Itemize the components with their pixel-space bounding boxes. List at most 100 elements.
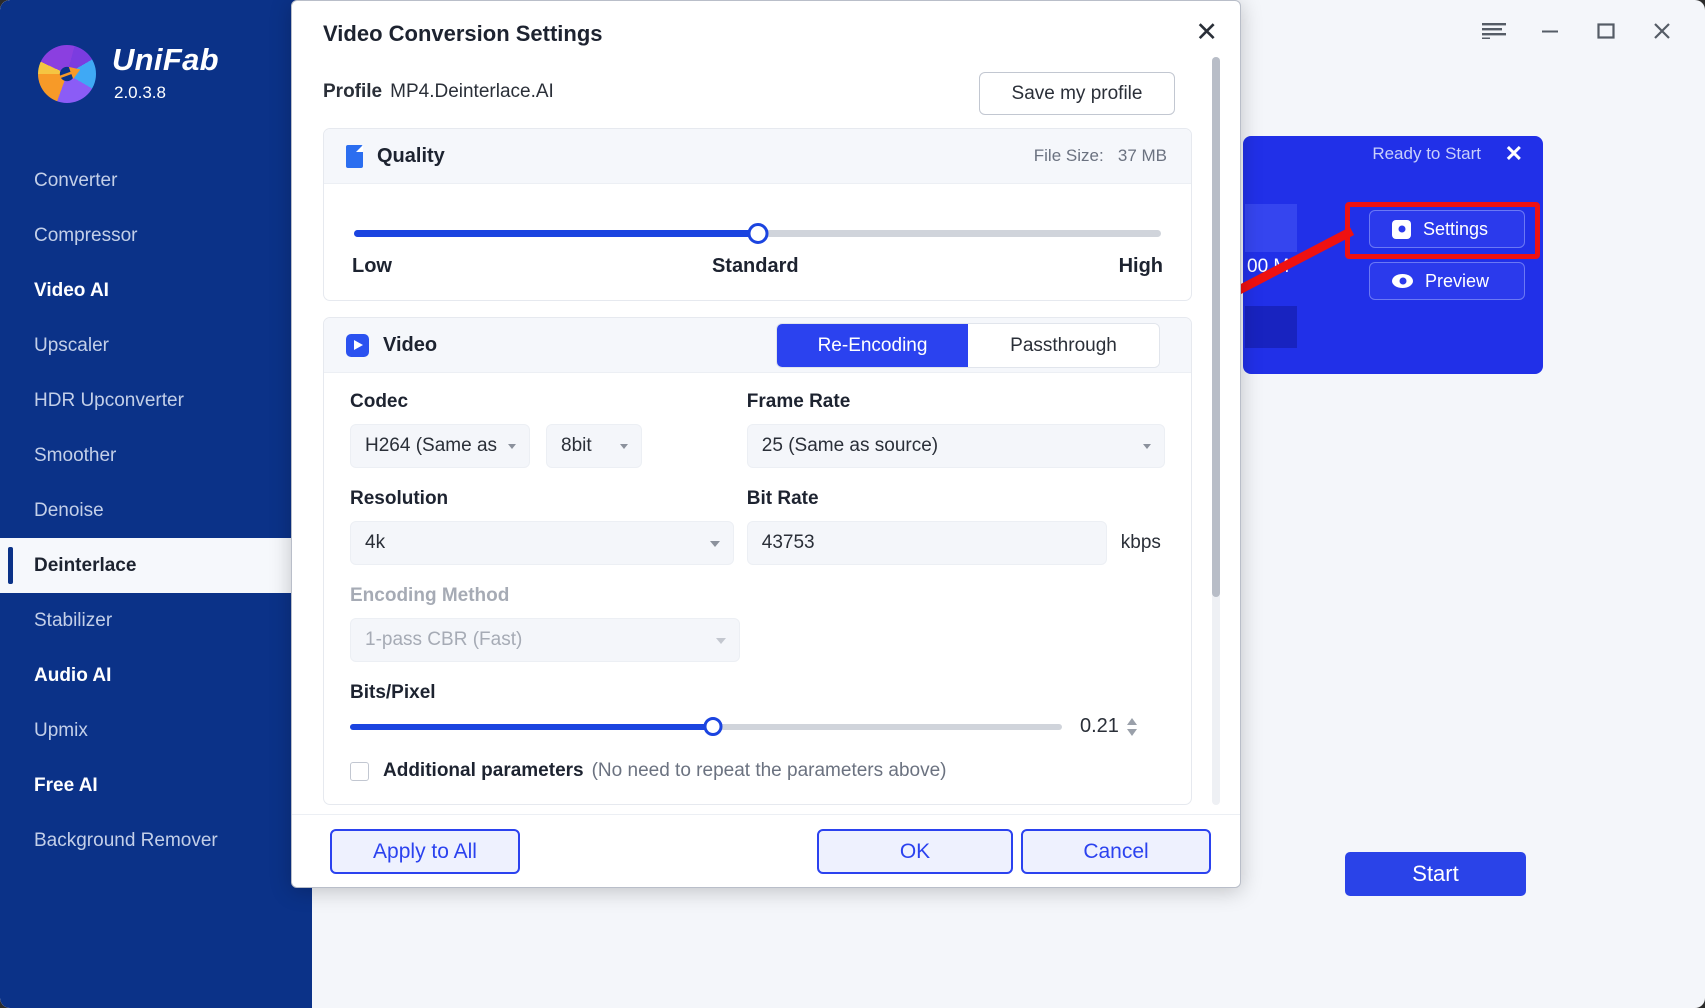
video-row-2: Resolution 4k Bit Rate 43753 kbps — [350, 488, 1165, 565]
window-controls — [1365, 0, 1705, 62]
preview-button[interactable]: Preview — [1369, 262, 1525, 300]
sidebar-item-label: Video AI — [34, 279, 109, 301]
resolution-value: 4k — [365, 532, 386, 553]
bitdepth-value: 8bit — [561, 435, 592, 456]
video-mode-toggle: Re-Encoding Passthrough — [776, 323, 1160, 368]
sidebar-item-label: Smoother — [34, 444, 117, 466]
dialog-scroll-area: Quality File Size: 37 MB Low Standard Hi… — [323, 128, 1192, 818]
bitdepth-select[interactable]: 8bit — [546, 424, 642, 468]
job-status: Ready to Start — [1372, 144, 1481, 163]
quality-slider-knob[interactable] — [747, 223, 768, 244]
chevron-down-icon — [508, 444, 516, 449]
encoding-method-select: 1-pass CBR (Fast) — [350, 618, 740, 662]
resolution-label: Resolution — [350, 488, 449, 509]
quality-slider[interactable] — [354, 223, 1161, 244]
framerate-select[interactable]: 25 (Same as source) — [746, 424, 1165, 468]
dialog-scrollbar-thumb[interactable] — [1212, 57, 1220, 597]
sidebar-item-label: Stabilizer — [34, 609, 113, 631]
sidebar-item-upscaler[interactable]: Upscaler — [0, 318, 312, 373]
video-mode-passthrough[interactable]: Passthrough — [968, 324, 1159, 367]
resolution-select[interactable]: 4k — [350, 521, 734, 565]
bitrate-input[interactable]: 43753 — [746, 521, 1107, 565]
bits-per-pixel-slider-fill — [350, 723, 714, 730]
codec-select[interactable]: H264 (Same as — [350, 424, 530, 468]
sidebar-item-label: Free AI — [34, 774, 98, 796]
unifab-logo-icon — [38, 44, 96, 103]
chevron-up-icon[interactable] — [1126, 717, 1137, 725]
video-mode-reencoding[interactable]: Re-Encoding — [777, 324, 968, 367]
save-my-profile-button[interactable]: Save my profile — [979, 72, 1175, 115]
video-row-4: Bits/Pixel 0.21 — [350, 682, 1165, 738]
sidebar-item-hdr-upconverter[interactable]: HDR Upconverter — [0, 373, 312, 428]
start-button[interactable]: Start — [1345, 852, 1526, 896]
quality-title: Quality — [377, 144, 445, 167]
eye-icon — [1392, 274, 1413, 288]
sidebar-item-label: HDR Upconverter — [34, 389, 184, 411]
sidebar-group-video-ai[interactable]: Video AI — [0, 263, 312, 318]
cancel-label: Cancel — [1083, 839, 1149, 863]
video-card-body: Codec H264 (Same as 8bit Frame Rate 25 (… — [324, 373, 1191, 804]
sidebar-item-stabilizer[interactable]: Stabilizer — [0, 593, 312, 648]
sidebar-group-audio-ai[interactable]: Audio AI — [0, 648, 312, 703]
quality-slider-fill — [354, 230, 758, 237]
quality-scale-labels: Low Standard High — [350, 255, 1165, 278]
sidebar-item-label: Audio AI — [34, 664, 112, 686]
quality-card-body: Low Standard High — [324, 184, 1191, 300]
bits-per-pixel-value: 0.21 — [1080, 715, 1119, 737]
close-icon[interactable] — [1649, 18, 1675, 44]
apply-to-all-button[interactable]: Apply to All — [330, 829, 520, 874]
profile-row: Profile MP4.Deinterlace.AI — [323, 81, 554, 103]
chevron-down-icon — [1143, 444, 1151, 449]
sidebar-item-denoise[interactable]: Denoise — [0, 483, 312, 538]
sidebar-item-background-remover[interactable]: Background Remover — [0, 813, 312, 868]
additional-parameters-checkbox[interactable] — [350, 761, 369, 781]
ok-label: OK — [899, 839, 931, 863]
framerate-value: 25 (Same as source) — [761, 435, 939, 456]
minimize-icon[interactable] — [1537, 18, 1563, 44]
additional-parameters-label: Additional parameters — [383, 760, 584, 781]
sidebar-item-label: Background Remover — [34, 829, 218, 851]
save-my-profile-label: Save my profile — [1011, 82, 1143, 104]
sidebar-item-upmix[interactable]: Upmix — [0, 703, 312, 758]
bitrate-label: Bit Rate — [746, 488, 819, 509]
sidebar-item-label: Upmix — [34, 719, 88, 741]
dialog-title: Video Conversion Settings — [323, 21, 603, 46]
sidebar-item-converter[interactable]: Converter — [0, 153, 312, 208]
additional-parameters-note: (No need to repeat the parameters above) — [591, 760, 947, 781]
job-size-text: 00 M — [1247, 256, 1290, 277]
bitrate-unit: kbps — [1120, 532, 1161, 553]
cancel-button[interactable]: Cancel — [1021, 829, 1211, 874]
chevron-down-icon[interactable] — [1126, 728, 1137, 736]
preview-button-label: Preview — [1425, 270, 1490, 291]
maximize-icon[interactable] — [1593, 18, 1619, 44]
sidebar-item-label: Upscaler — [34, 334, 109, 356]
job-close-icon[interactable]: ✕ — [1505, 141, 1523, 167]
codec-label: Codec — [350, 391, 409, 412]
app-logo: UniFab 2.0.3.8 — [0, 6, 312, 113]
sidebar-item-compressor[interactable]: Compressor — [0, 208, 312, 263]
encoding-method-label: Encoding Method — [350, 585, 510, 606]
video-card-header: Video Re-Encoding Passthrough — [324, 318, 1191, 373]
dialog-scrollbar[interactable] — [1212, 57, 1220, 805]
bits-per-pixel-stepper[interactable]: 0.21 — [1080, 715, 1137, 738]
menu-icon[interactable] — [1481, 18, 1507, 44]
sidebar: UniFab 2.0.3.8 Converter Compressor Vide… — [0, 0, 312, 1008]
sidebar-group-free-ai[interactable]: Free AI — [0, 758, 312, 813]
sidebar-item-label: Compressor — [34, 224, 138, 246]
ok-button[interactable]: OK — [817, 829, 1013, 874]
dialog-close-icon[interactable]: ✕ — [1195, 19, 1218, 46]
document-icon — [346, 144, 363, 168]
file-size-value: 37 MB — [1117, 146, 1167, 165]
additional-parameters-row[interactable]: Additional parameters (No need to repeat… — [350, 760, 1165, 782]
chevron-down-icon — [620, 444, 628, 449]
quality-card: Quality File Size: 37 MB Low Standard Hi… — [323, 128, 1192, 301]
sidebar-item-smoother[interactable]: Smoother — [0, 428, 312, 483]
profile-label: Profile — [323, 81, 383, 102]
start-button-label: Start — [1412, 861, 1459, 886]
sidebar-item-deinterlace[interactable]: Deinterlace — [0, 538, 312, 593]
stepper-arrows[interactable] — [1126, 717, 1137, 736]
dialog-footer: Apply to All OK Cancel — [292, 814, 1240, 887]
bits-per-pixel-slider[interactable] — [350, 716, 1062, 736]
bits-per-pixel-slider-knob[interactable] — [703, 716, 723, 736]
file-size: File Size: 37 MB — [1034, 146, 1167, 166]
